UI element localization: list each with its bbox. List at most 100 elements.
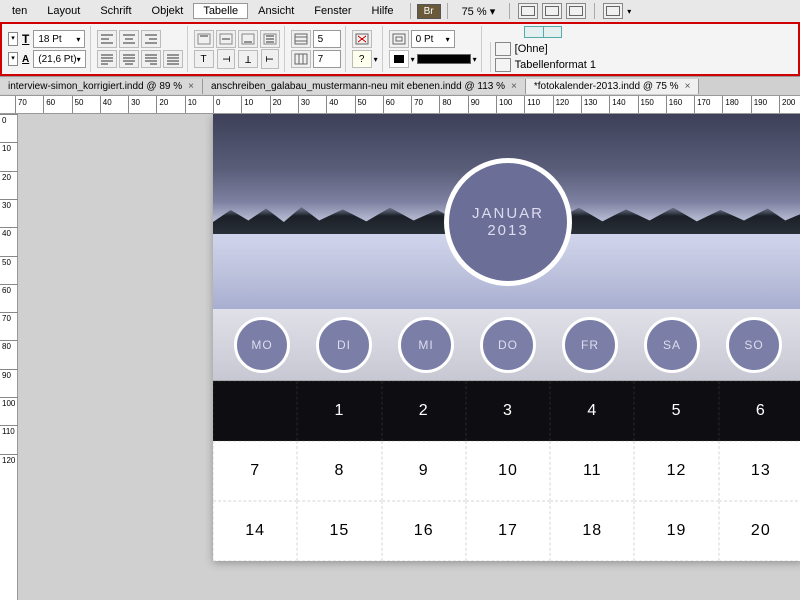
- calendar-grid: 1 2 3 4 5 6 7 8 9 10 11 12 13 14: [213, 381, 800, 561]
- cal-cell: 20: [719, 501, 800, 561]
- swatch-arrow-icon[interactable]: ▾: [411, 55, 415, 64]
- align-horizontal-group: [93, 26, 188, 72]
- merge-help-group: ? ▾: [348, 26, 383, 72]
- table-spread-icon[interactable]: [524, 26, 562, 38]
- stroke-arrow-icon[interactable]: ▾: [473, 55, 477, 64]
- inset-field[interactable]: 0 Pt▾: [411, 30, 455, 48]
- calendar-row-2: 7 8 9 10 11 12 13: [213, 441, 800, 501]
- type-size-icon: T: [20, 32, 31, 46]
- month-label: JANUAR: [472, 205, 544, 222]
- align-right-icon[interactable]: [141, 30, 161, 48]
- merge-cells-icon[interactable]: [352, 30, 372, 48]
- style-none-label[interactable]: [Ohne]: [515, 43, 548, 55]
- none-style-icon[interactable]: [495, 42, 511, 56]
- calendar-row-1: 1 2 3 4 5 6: [213, 381, 800, 441]
- menu-item-fenster[interactable]: Fenster: [304, 3, 361, 19]
- justify-center-icon[interactable]: [119, 50, 139, 68]
- bridge-button[interactable]: Br: [417, 4, 441, 19]
- dropdown-arrow-icon[interactable]: ▾: [625, 7, 633, 16]
- help-icon[interactable]: ?: [352, 50, 372, 68]
- close-icon[interactable]: ×: [511, 81, 517, 92]
- close-icon[interactable]: ×: [685, 81, 691, 92]
- weekday-mo: MO: [234, 317, 290, 373]
- cal-cell: 15: [297, 501, 381, 561]
- weekday-do: DO: [480, 317, 536, 373]
- cell-valign-bottom-icon[interactable]: [238, 30, 258, 48]
- weekday-fr: FR: [562, 317, 618, 373]
- cal-cell: 12: [634, 441, 718, 501]
- char-dropdown-icon[interactable]: ▾: [8, 32, 18, 46]
- tab-fotokalender[interactable]: *fotokalender-2013.indd @ 75 %×: [526, 79, 700, 94]
- cal-cell: 2: [382, 381, 466, 441]
- cell-valign-middle-icon[interactable]: [216, 30, 236, 48]
- arrange-button[interactable]: [603, 3, 623, 19]
- menu-item-objekt[interactable]: Objekt: [142, 3, 194, 19]
- weekday-so: SO: [726, 317, 782, 373]
- calendar-row-3: 14 15 16 17 18 19 20: [213, 501, 800, 561]
- menu-item-layout[interactable]: Layout: [37, 3, 90, 19]
- view-mode-1-icon[interactable]: [518, 3, 538, 19]
- menu-item-schrift[interactable]: Schrift: [90, 3, 141, 19]
- menu-bar: ten Layout Schrift Objekt Tabelle Ansich…: [0, 0, 800, 22]
- help-arrow-icon[interactable]: ▾: [374, 55, 378, 64]
- cal-cell: [213, 381, 297, 441]
- cal-cell: 1: [297, 381, 381, 441]
- style-tf1-label[interactable]: Tabellenformat 1: [515, 59, 596, 71]
- menu-item-tabelle[interactable]: Tabelle: [193, 3, 248, 19]
- cell-valign-top-icon[interactable]: [194, 30, 214, 48]
- justify-all-icon[interactable]: [163, 50, 183, 68]
- view-mode-2-icon[interactable]: [542, 3, 562, 19]
- fill-swatch-icon[interactable]: [389, 50, 409, 68]
- year-label: 2013: [487, 222, 528, 239]
- text-rotate-180-icon[interactable]: T: [238, 50, 258, 68]
- cell-inset-icon: [389, 30, 409, 48]
- cell-align-group: T T T T: [190, 26, 285, 72]
- view-mode-3-icon[interactable]: [566, 3, 586, 19]
- month-badge: JANUAR 2013: [444, 158, 572, 286]
- font-size-field[interactable]: 18 Pt▾: [33, 30, 85, 48]
- menu-item-ansicht[interactable]: Ansicht: [248, 3, 304, 19]
- table-style-preview: [Ohne] Tabellenformat 1: [484, 26, 602, 72]
- leading-field[interactable]: (21,6 Pt)▾: [33, 50, 85, 68]
- cal-cell: 16: [382, 501, 466, 561]
- cal-cell: 11: [550, 441, 634, 501]
- stroke-preview[interactable]: [417, 54, 471, 64]
- close-icon[interactable]: ×: [188, 81, 194, 92]
- inset-stroke-group: 0 Pt▾ ▾ ▾: [385, 26, 482, 72]
- text-rotate-90-icon[interactable]: T: [217, 49, 235, 69]
- align-center-icon[interactable]: [119, 30, 139, 48]
- rows-field[interactable]: 5: [313, 30, 341, 48]
- align-left-icon[interactable]: [97, 30, 117, 48]
- tf1-style-icon[interactable]: [495, 58, 511, 72]
- zoom-display[interactable]: 75 % ▾: [454, 5, 504, 18]
- text-rotate-0-icon[interactable]: T: [194, 50, 214, 68]
- cal-cell: 14: [213, 501, 297, 561]
- canvas[interactable]: JANUAR 2013 MO DI MI DO FR SA SO 1 2 3: [18, 114, 800, 600]
- para-dropdown-icon[interactable]: ▾: [8, 52, 18, 66]
- weekday-di: DI: [316, 317, 372, 373]
- tab-anschreiben[interactable]: anschreiben_galabau_mustermann-neu mit e…: [203, 79, 526, 94]
- justify-right-icon[interactable]: [141, 50, 161, 68]
- horizontal-ruler[interactable]: 0102030405060708090100110120130140150160…: [0, 96, 800, 114]
- menu-item-ten[interactable]: ten: [2, 3, 37, 19]
- cal-cell: 13: [719, 441, 800, 501]
- cal-cell: 10: [466, 441, 550, 501]
- cal-cell: 6: [719, 381, 800, 441]
- cal-cell: 3: [466, 381, 550, 441]
- leading-icon: A: [20, 54, 31, 65]
- vertical-ruler[interactable]: 0102030405060708090100110120: [0, 114, 18, 600]
- cal-cell: 19: [634, 501, 718, 561]
- menu-item-hilfe[interactable]: Hilfe: [362, 3, 404, 19]
- cols-icon: [291, 50, 311, 68]
- cal-cell: 4: [550, 381, 634, 441]
- cell-valign-justify-icon[interactable]: [260, 30, 280, 48]
- justify-left-icon[interactable]: [97, 50, 117, 68]
- cal-cell: 17: [466, 501, 550, 561]
- text-rotate-270-icon[interactable]: T: [261, 49, 279, 69]
- cal-cell: 7: [213, 441, 297, 501]
- weekday-strip: MO DI MI DO FR SA SO: [213, 309, 800, 381]
- cols-field[interactable]: 7: [313, 50, 341, 68]
- rows-cols-group: 5 7: [287, 26, 346, 72]
- tab-interview[interactable]: interview-simon_korrigiert.indd @ 89 %×: [0, 79, 203, 94]
- weekday-mi: MI: [398, 317, 454, 373]
